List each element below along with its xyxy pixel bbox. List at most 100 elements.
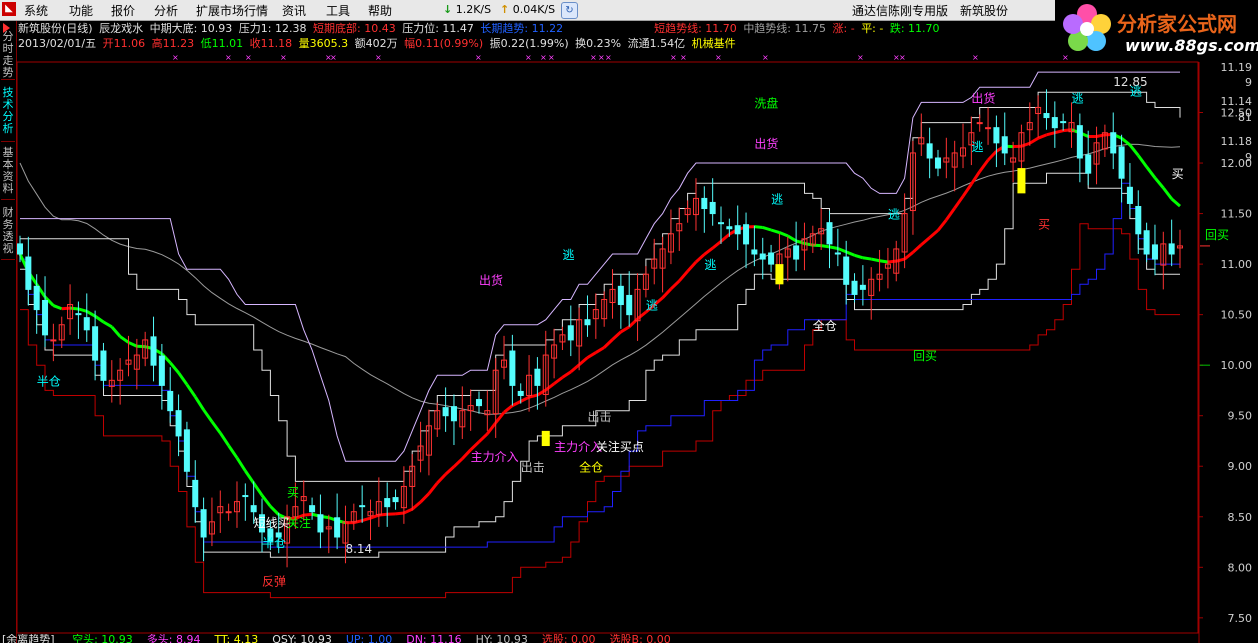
trend-line-segment xyxy=(829,245,839,250)
kline-chart[interactable]: 12.5012.0011.5011.0010.5010.009.509.008.… xyxy=(0,0,1258,643)
candle-body xyxy=(1051,117,1058,129)
trend-line-segment xyxy=(1162,186,1173,200)
trend-line-segment xyxy=(762,226,772,232)
sub-indicator-value-8: 选股B: 0.00 xyxy=(609,634,671,643)
sub-indicator-value-6: HY: 10.93 xyxy=(475,634,528,643)
trend-line-segment xyxy=(1037,133,1048,140)
candle-body xyxy=(567,325,574,341)
trend-line-segment xyxy=(837,247,847,254)
sub-indicator-value-7: 选股: 0.00 xyxy=(541,634,596,643)
trend-line-segment xyxy=(603,338,614,349)
trend-line-segment xyxy=(620,325,630,334)
long-ma-line xyxy=(19,143,1181,415)
signal-bar xyxy=(541,430,550,447)
trend-line-segment xyxy=(1054,129,1064,135)
chart-annotation: 逃 xyxy=(1130,84,1142,98)
trend-line-segment xyxy=(978,159,990,173)
trend-line-segment xyxy=(661,287,673,299)
chart-annotation: 买 xyxy=(1172,167,1184,181)
sub-indicator-value-5: DN: 11.16 xyxy=(406,634,462,643)
trend-line-segment xyxy=(986,150,998,162)
trend-line-segment xyxy=(403,507,413,515)
candle-body xyxy=(16,243,24,255)
trend-line-segment xyxy=(770,228,780,234)
signal-marker: × xyxy=(330,53,337,62)
candle-body xyxy=(859,284,866,290)
trend-line-segment xyxy=(61,306,71,311)
signal-marker: × xyxy=(762,53,769,62)
trend-line-segment xyxy=(970,170,981,185)
signal-marker: × xyxy=(715,53,722,62)
scale-label: 11.19 xyxy=(1221,61,1253,74)
trend-line-segment xyxy=(444,465,455,476)
chart-annotation: 8.14 xyxy=(345,542,372,556)
chart-annotation: 买 xyxy=(287,486,299,500)
candle-body xyxy=(534,368,541,386)
candle-body xyxy=(509,350,516,386)
trend-line-segment xyxy=(503,404,514,414)
trend-line-segment xyxy=(887,259,897,264)
trend-line-segment xyxy=(1120,137,1131,147)
trend-line-segment xyxy=(520,395,530,403)
sub-indicator-value-0: 空头: 10.93 xyxy=(72,634,133,643)
signal-bar xyxy=(775,264,784,285)
trend-line-segment xyxy=(52,304,63,311)
y-tick-label: 8.00 xyxy=(1228,561,1253,574)
y-tick-label: 7.50 xyxy=(1228,612,1253,625)
sub-indicator-title[interactable]: [余离趋势] xyxy=(2,634,55,643)
trend-line-segment xyxy=(94,314,105,324)
trend-line-segment xyxy=(669,279,681,291)
candle-body xyxy=(392,497,399,503)
candle-body xyxy=(75,313,82,316)
trend-line-segment xyxy=(686,261,698,273)
candle-body xyxy=(1043,113,1050,119)
y-tick-label: 11.00 xyxy=(1221,258,1253,271)
trend-line-segment xyxy=(911,243,923,254)
trend-line-segment xyxy=(102,320,113,329)
candle-body xyxy=(92,326,99,361)
signal-marker: × xyxy=(972,53,979,62)
trend-line-segment xyxy=(127,341,138,348)
signal-bar xyxy=(1017,168,1026,194)
chart-annotation: 全仓 xyxy=(579,459,603,474)
chart-annotation: 回买 xyxy=(913,349,937,363)
candle-body xyxy=(751,249,758,255)
chart-annotation: 逃 xyxy=(771,192,783,206)
trend-line-segment xyxy=(862,256,872,261)
trend-line-segment xyxy=(786,234,797,243)
trend-line-segment xyxy=(395,511,405,516)
candle-body xyxy=(743,224,750,245)
candle-body xyxy=(242,495,249,498)
chart-annotation: 回买 xyxy=(1205,228,1229,242)
y-tick-label: 10.50 xyxy=(1221,309,1253,322)
signal-marker: × xyxy=(899,53,906,62)
chart-annotation: 半仓 xyxy=(262,536,286,550)
chart-annotation: 关注 xyxy=(287,515,311,530)
trend-line-segment xyxy=(227,444,239,459)
trend-line-segment xyxy=(419,492,430,504)
trend-line-segment xyxy=(611,330,622,341)
signal-marker: × xyxy=(475,53,482,62)
candle-body xyxy=(718,222,725,225)
signal-marker: × xyxy=(548,53,555,62)
signal-marker: × xyxy=(245,53,252,62)
candle-body xyxy=(1060,121,1067,124)
signal-marker: × xyxy=(605,53,612,62)
candle-body xyxy=(701,197,708,210)
trend-line-segment xyxy=(928,229,939,239)
candle-body xyxy=(158,355,165,386)
chart-annotation: 出货 xyxy=(971,90,995,105)
trend-line-segment xyxy=(586,351,597,359)
signal-marker: × xyxy=(225,53,232,62)
trend-line-segment xyxy=(720,233,731,243)
trend-line-segment xyxy=(185,383,197,398)
trend-line-segment xyxy=(1153,176,1165,189)
candle-body xyxy=(1168,243,1175,255)
trend-line-segment xyxy=(854,253,864,260)
trend-line-segment xyxy=(1063,128,1072,133)
candle-body xyxy=(793,245,800,260)
chart-annotation: 半仓 xyxy=(37,374,61,388)
chart-annotation: 出货 xyxy=(754,136,778,151)
signal-marker: × xyxy=(375,53,382,62)
candle-body xyxy=(359,505,366,508)
